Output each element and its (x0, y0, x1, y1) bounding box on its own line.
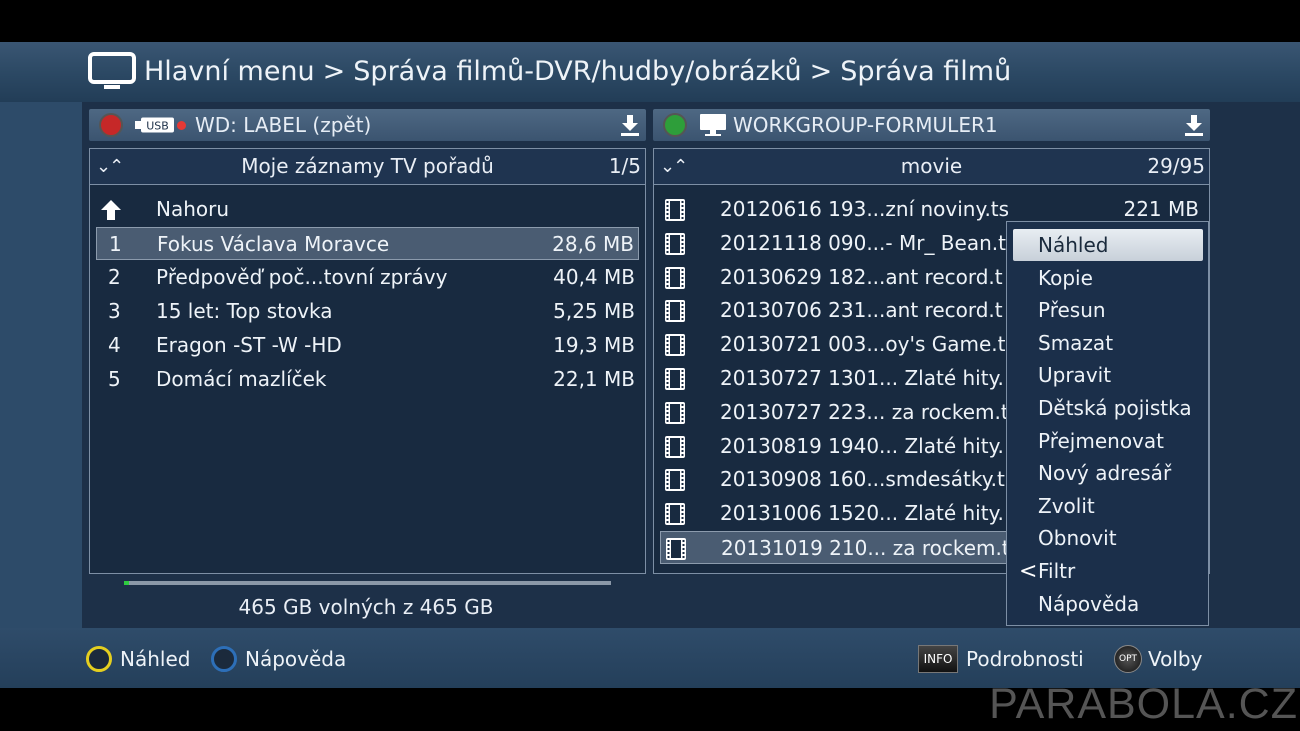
info-key-icon: INFO (918, 645, 958, 673)
blue-button-icon (211, 646, 237, 672)
context-menu-item[interactable]: Zvolit (1038, 490, 1095, 522)
item-name: Fokus Václava Moravce (157, 232, 390, 256)
file-name: 20130706 231...ant record.t (720, 298, 1003, 323)
item-number: 5 (108, 367, 121, 391)
film-file-icon (665, 199, 685, 221)
storage-free-text: 465 GB volných z 465 GB (238, 595, 494, 619)
right-folder-bar: ⌄⌃ movie 29/95 (654, 149, 1209, 185)
film-file-icon (666, 538, 686, 560)
context-menu-item[interactable]: Kopie (1038, 262, 1093, 294)
red-button-icon (99, 113, 123, 137)
context-menu[interactable]: Náhled Kopie Přesun Smazat Upravit Dětská poj… (1006, 221, 1209, 626)
context-menu-item[interactable]: Přejmenovat (1038, 425, 1164, 457)
green-button-icon (663, 113, 687, 137)
film-file-icon (665, 266, 685, 289)
breadcrumb-separator: > (809, 56, 833, 87)
list-item[interactable]: 5 Domácí mazlíček 22,1 MB (96, 363, 639, 396)
file-name: 20130727 1301... Zlaté hity. (720, 366, 1004, 390)
item-size: 22,1 MB (553, 367, 635, 391)
left-panel-header[interactable]: USB WD: LABEL (zpět) (89, 109, 646, 141)
download-icon (621, 115, 639, 136)
record-indicator-icon (177, 121, 186, 130)
file-name: 20130908 160...smdesátky.t (720, 467, 1005, 492)
context-menu-item[interactable]: Náhled (1038, 229, 1108, 261)
left-file-list[interactable]: ⌄⌃ Moje záznamy TV pořadů 1/5 Nahoru 1 F… (89, 148, 646, 574)
right-folder-name: movie (900, 154, 963, 178)
help-hint[interactable]: Nápověda (245, 645, 346, 673)
file-name: 20130819 1940... Zlaté hity. (720, 433, 1004, 458)
file-name: 20130727 223... za rockem.t (720, 399, 1009, 424)
left-folder-name: Moje záznamy TV pořadů (241, 154, 494, 178)
film-file-icon (665, 368, 685, 390)
preview-hint[interactable]: Náhled (120, 645, 190, 673)
file-name: 20130629 182...ant record.t (720, 264, 1003, 289)
item-name: Předpověď poč...tovní zprávy (156, 265, 448, 289)
right-panel-title: WORKGROUP-FORMULER1 (733, 113, 998, 137)
storage-progress-bar (124, 581, 611, 585)
breadcrumb-main-menu[interactable]: Hlavní menu (144, 56, 315, 87)
item-number: 1 (109, 232, 122, 256)
up-label: Nahoru (156, 197, 230, 221)
breadcrumb-current: Správa filmů (840, 56, 1012, 87)
chevron-left-icon: < (1019, 559, 1038, 584)
item-name: 15 let: Top stovka (156, 299, 333, 323)
breadcrumb-media-manager[interactable]: Správa filmů-DVR/hudby/obrázků (353, 56, 801, 87)
details-hint[interactable]: Podrobnosti (966, 645, 1084, 673)
breadcrumb-separator: > (322, 56, 346, 87)
item-size: 19,3 MB (553, 333, 635, 357)
left-folder-bar: ⌄⌃ Moje záznamy TV pořadů 1/5 (90, 149, 645, 185)
item-size: 28,6 MB (552, 232, 634, 256)
item-name: Domácí mazlíček (156, 367, 327, 391)
film-file-icon (665, 401, 685, 424)
right-panel-header[interactable]: WORKGROUP-FORMULER1 (653, 109, 1210, 141)
file-name: 20131019 210... za rockem.t (721, 536, 1010, 560)
breadcrumb: Hlavní menu > Správa filmů-DVR/hudby/obráz… (144, 52, 1011, 92)
left-position-counter: 1/5 (608, 154, 641, 178)
item-number: 3 (108, 299, 121, 323)
film-file-icon (665, 232, 685, 255)
left-panel-title: WD: LABEL (zpět) (195, 113, 372, 137)
network-computer-icon (700, 114, 726, 136)
list-item[interactable]: 1 Fokus Václava Moravce 28,6 MB (96, 227, 639, 260)
right-position-counter: 29/95 (1147, 154, 1205, 178)
context-menu-item[interactable]: Nový adresář (1038, 457, 1171, 489)
storage-progress-fill (124, 581, 129, 585)
usb-icon: USB (135, 117, 174, 133)
arrow-up-icon (101, 200, 121, 220)
download-icon (1185, 115, 1203, 136)
context-menu-item[interactable]: Obnovit (1038, 522, 1117, 554)
context-menu-item[interactable]: Smazat (1038, 327, 1113, 359)
film-file-icon (665, 469, 685, 492)
item-name: Eragon -ST -W -HD (156, 333, 342, 357)
item-number: 4 (108, 333, 121, 357)
opt-key-icon: OPT (1114, 645, 1142, 673)
item-size: 5,25 MB (553, 299, 635, 323)
yellow-button-icon (86, 646, 112, 672)
context-menu-item[interactable]: Dětská pojistka (1038, 392, 1192, 424)
options-hint[interactable]: Volby (1148, 645, 1202, 673)
file-name: 20121118 090...- Mr_ Bean.t (720, 230, 1006, 255)
left-strip (0, 102, 82, 628)
context-menu-item[interactable]: Přesun (1038, 294, 1106, 326)
context-menu-item[interactable]: Filtr (1038, 555, 1075, 587)
file-name: 20120616 193...zní noviny.ts (720, 197, 1010, 221)
context-menu-item[interactable]: Upravit (1038, 359, 1111, 391)
tv-icon (88, 52, 136, 89)
film-file-icon (665, 300, 685, 323)
film-file-icon (665, 435, 685, 458)
context-menu-item[interactable]: Nápověda (1038, 588, 1139, 620)
film-file-icon (665, 334, 685, 357)
usb-label: USB (146, 120, 169, 133)
list-item[interactable]: 4 Eragon -ST -W -HD 19,3 MB (96, 329, 639, 362)
film-file-icon (665, 503, 685, 526)
item-number: 2 (108, 265, 121, 289)
file-name: 20131006 1520... Zlaté hity. (720, 501, 1004, 526)
list-item[interactable]: 2 Předpověď poč...tovní zprávy 40,4 MB (96, 261, 639, 294)
item-size: 40,4 MB (553, 265, 635, 289)
list-item[interactable]: 3 15 let: Top stovka 5,25 MB (96, 295, 639, 328)
list-item-up[interactable]: Nahoru (96, 193, 639, 226)
watermark-logo: PARABOLA.CZ (989, 680, 1298, 728)
file-name: 20130721 003...oy's Game.t (720, 332, 1006, 357)
